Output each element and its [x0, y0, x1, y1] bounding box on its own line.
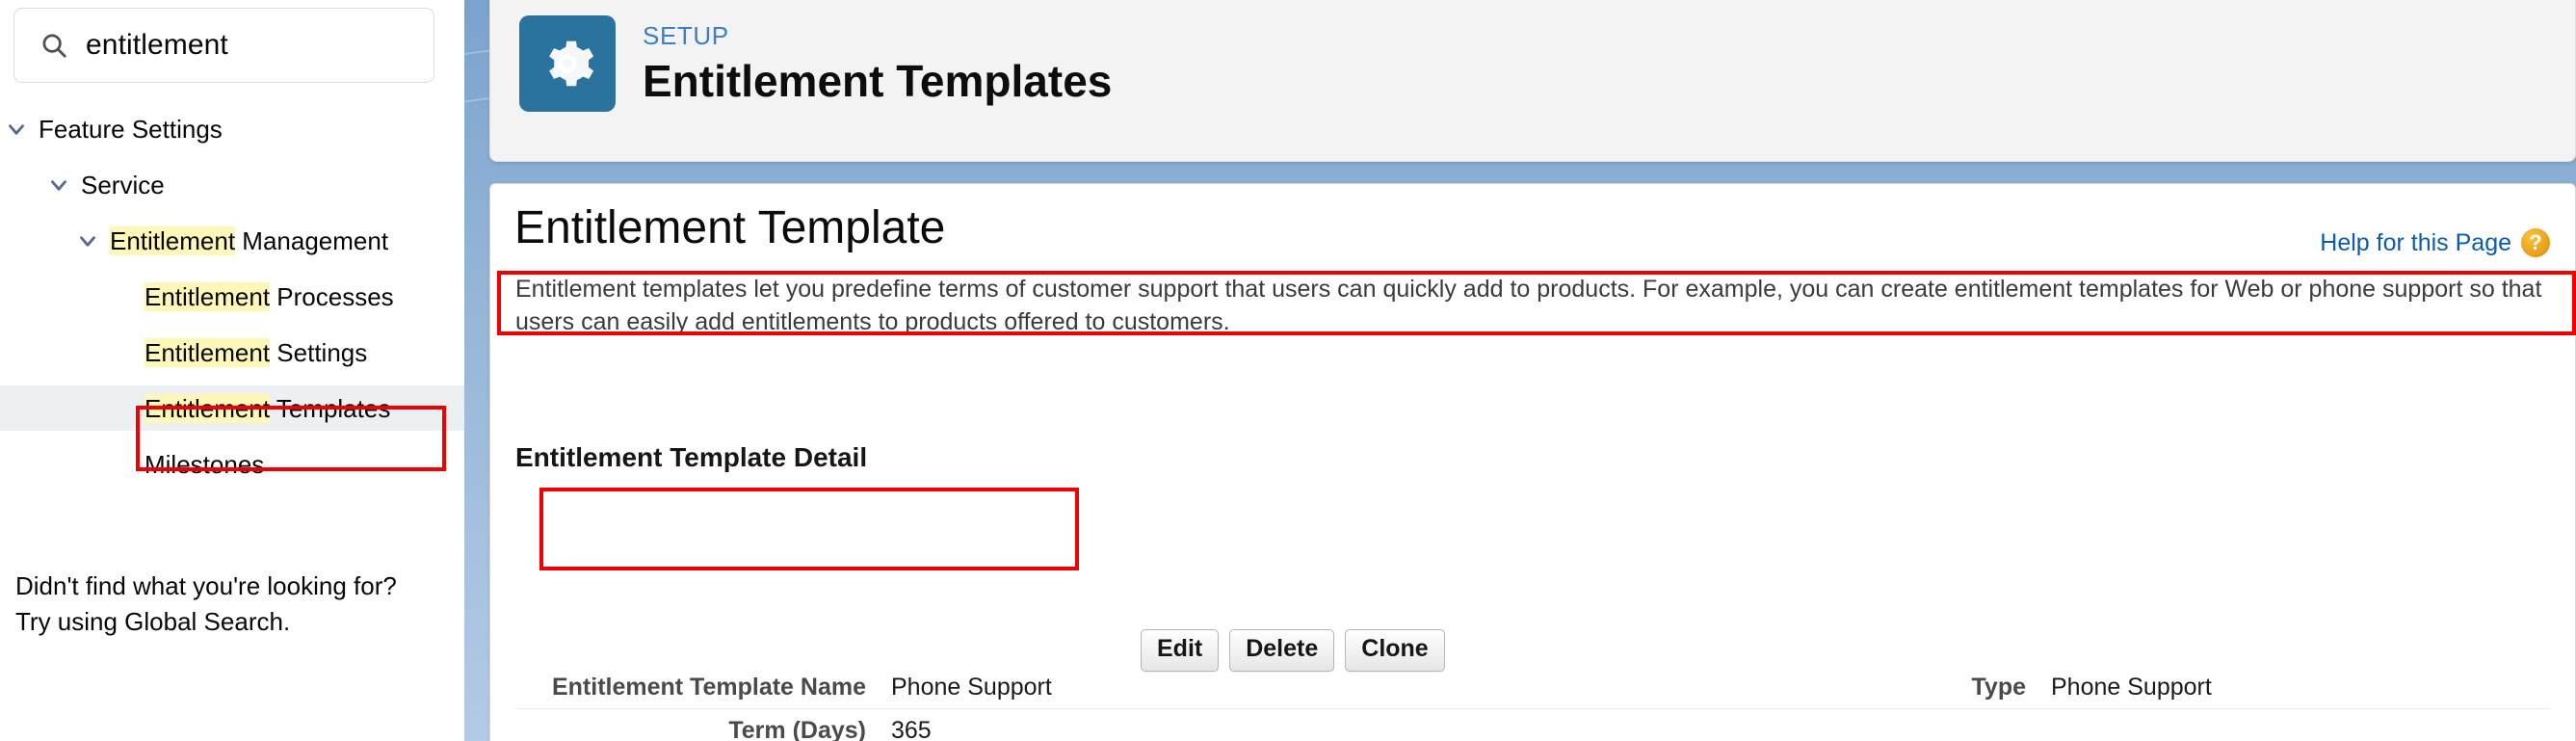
- section-heading: Entitlement Template: [514, 202, 946, 253]
- sidebar-item-label: Feature Settings: [39, 114, 223, 144]
- sidebar-item-service[interactable]: Service: [0, 162, 464, 207]
- detail-section-title: Entitlement Template Detail: [515, 442, 868, 472]
- field-label: Type: [1971, 673, 2027, 701]
- sidebar-item-entitlement-management[interactable]: Entitlement Management: [0, 218, 464, 263]
- clone-button[interactable]: Clone: [1345, 629, 1445, 672]
- sidebar-item-entitlement-templates[interactable]: Entitlement Templates: [0, 385, 464, 431]
- search-term-highlight: Entitlement: [145, 281, 271, 311]
- setup-sidebar: entitlement Feature Settings Service Ent…: [0, 0, 464, 741]
- sidebar-item-label: Entitlement Processes: [145, 281, 394, 311]
- setup-eyebrow-label: SETUP: [643, 20, 729, 50]
- search-term-highlight: Entitlement: [110, 225, 236, 255]
- field-value: Phone Support: [2051, 673, 2212, 701]
- field-row-term-days: Term (Days) 365: [515, 708, 2550, 741]
- search-term-highlight: Entitlement: [145, 337, 271, 367]
- quick-find-search-box[interactable]: entitlement: [13, 8, 434, 83]
- sidebar-item-milestones[interactable]: Milestones: [0, 441, 464, 487]
- chevron-down-icon[interactable]: [46, 172, 71, 198]
- sidebar-footer-note: Didn't find what you're looking for? Try…: [15, 569, 430, 640]
- sidebar-item-label: Entitlement Management: [110, 225, 389, 255]
- edit-button[interactable]: Edit: [1141, 629, 1220, 672]
- sidebar-item-label: Service: [81, 170, 165, 199]
- chevron-down-icon[interactable]: [4, 117, 29, 142]
- page-description-text: Entitlement templates let you predefine …: [515, 276, 2542, 335]
- sidebar-item-label: Entitlement Settings: [145, 337, 368, 367]
- sidebar-item-label: Milestones: [145, 449, 265, 479]
- search-term-highlight: Entitlement: [145, 393, 271, 423]
- chevron-down-icon[interactable]: [75, 228, 100, 253]
- detail-fields-right-column: Type Phone Support: [1743, 666, 2513, 708]
- setup-nav-tree: Feature Settings Service Entitlement Man…: [0, 106, 464, 487]
- sidebar-item-entitlement-settings[interactable]: Entitlement Settings: [0, 330, 464, 375]
- help-for-this-page-link[interactable]: Help for this Page ?: [2320, 228, 2550, 257]
- detail-action-buttons: Edit Delete Clone: [1141, 629, 1445, 672]
- search-input-value[interactable]: entitlement: [86, 29, 228, 62]
- sidebar-item-feature-settings[interactable]: Feature Settings: [0, 106, 464, 151]
- field-value: 365: [891, 716, 932, 741]
- sidebar-item-entitlement-processes[interactable]: Entitlement Processes: [0, 274, 464, 319]
- question-circle-icon[interactable]: ?: [2521, 228, 2550, 257]
- page-title: Entitlement Templates: [643, 55, 1113, 106]
- entitlement-template-panel: Entitlement Template Help for this Page …: [489, 183, 2576, 741]
- setup-page: entitlement Feature Settings Service Ent…: [0, 0, 2576, 741]
- gear-glyph: [549, 40, 594, 87]
- sidebar-item-label: Entitlement Templates: [145, 393, 391, 423]
- footer-note-line-2: Try using Global Search.: [15, 606, 291, 636]
- field-row-type: Type Phone Support: [1743, 666, 2513, 708]
- setup-header-card: SETUP Entitlement Templates: [489, 0, 2576, 162]
- detail-section-header: Entitlement Template Detail: [515, 442, 867, 473]
- footer-note-line-1: Didn't find what you're looking for?: [15, 571, 397, 600]
- delete-button[interactable]: Delete: [1229, 629, 1335, 672]
- search-icon: [39, 31, 68, 60]
- gear-icon: [519, 15, 616, 112]
- field-label: Entitlement Template Name: [551, 673, 866, 701]
- field-label: Term (Days): [728, 716, 866, 741]
- help-link-label: Help for this Page: [2320, 228, 2511, 256]
